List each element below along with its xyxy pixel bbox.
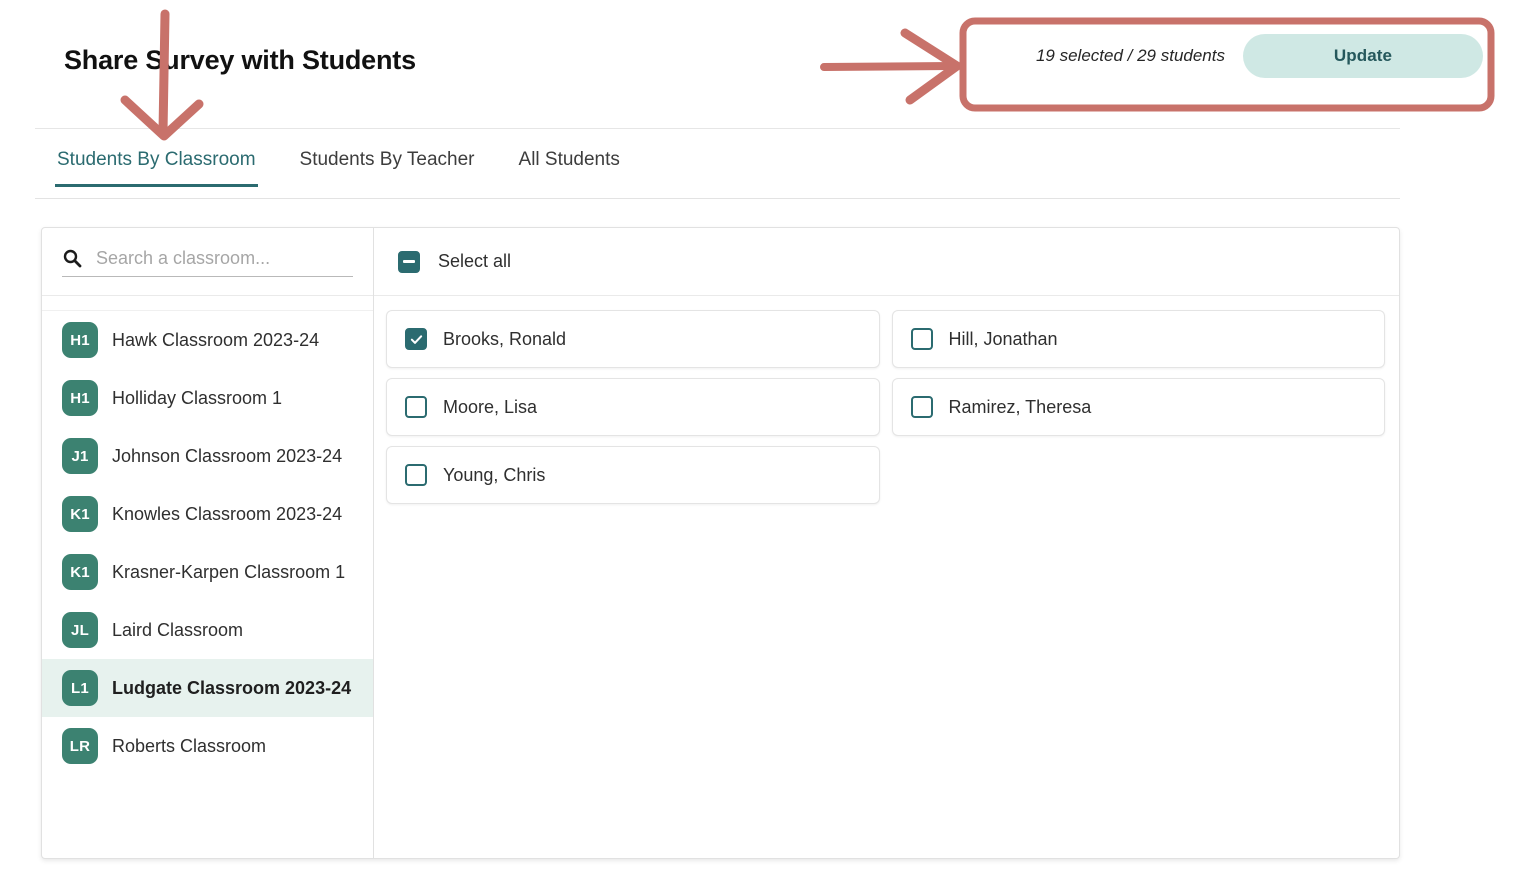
classroom-name: Laird Classroom [112,619,244,640]
student-checkbox-unchecked-icon[interactable] [910,328,933,350]
student-checkbox-checked-icon[interactable] [405,328,427,350]
classroom-name: Johnson Classroom 2023-24 [112,445,343,466]
classroom-name: Roberts Classroom [112,735,267,756]
classroom-avatar: H1 [62,380,98,416]
classroom-name: Hawk Classroom 2023-24 [112,329,320,350]
student-grid: Brooks, Ronald Hill, Jonathan Moore, Lis… [374,296,1399,858]
share-panel: H1 Hawk Classroom 2023-24 H1 Holliday Cl… [41,227,1400,859]
student-card-moore-lisa[interactable]: Moore, Lisa [386,378,880,436]
student-name: Young, Chris [443,464,546,485]
page-title: Share Survey with Students [64,45,416,75]
classroom-item-hawk[interactable]: H1 Hawk Classroom 2023-24 [42,311,373,369]
tab-label: All Students [518,149,620,170]
student-name: Brooks, Ronald [443,328,567,349]
search-icon [62,248,82,268]
select-all-checkbox-indeterminate-icon[interactable] [398,250,420,273]
classroom-search-input[interactable] [94,246,353,270]
student-card-hill-jonathan[interactable]: Hill, Jonathan [891,310,1385,368]
classroom-item-roberts[interactable]: LR Roberts Classroom [42,717,373,775]
student-checkbox-unchecked-icon[interactable] [910,396,933,418]
classroom-avatar: H1 [62,322,98,358]
classroom-search-wrap [62,246,353,277]
selection-status: 19 selected / 29 students [1035,46,1225,65]
update-button[interactable]: Update [1243,34,1483,78]
tab-students-by-teacher[interactable]: Students By Teacher [278,140,497,187]
tab-label: Students By Classroom [57,149,256,170]
tab-bar: Students By Classroom Students By Teache… [35,140,1400,199]
classroom-item-knowles[interactable]: K1 Knowles Classroom 2023-24 [42,485,373,543]
classroom-search-row [42,228,373,296]
clipped-row-content [62,300,98,310]
student-card-brooks-ronald[interactable]: Brooks, Ronald [386,310,880,368]
classroom-pane: H1 Hawk Classroom 2023-24 H1 Holliday Cl… [42,228,374,858]
student-checkbox-unchecked-icon[interactable] [405,396,427,418]
classroom-item-holliday[interactable]: H1 Holliday Classroom 1 [42,369,373,427]
tab-all-students[interactable]: All Students [497,140,642,187]
classroom-avatar: LR [62,728,98,764]
page-header: Share Survey with Students 19 selected /… [0,0,1518,128]
classroom-name: Knowles Classroom 2023-24 [112,503,343,524]
classroom-name: Holliday Classroom 1 [112,387,283,408]
classroom-name: Krasner-Karpen Classroom 1 [112,561,346,582]
classroom-list[interactable]: H1 Hawk Classroom 2023-24 H1 Holliday Cl… [42,296,373,858]
tab-label: Students By Teacher [299,149,475,170]
classroom-item-laird[interactable]: JL Laird Classroom [42,601,373,659]
student-name: Moore, Lisa [443,396,538,417]
classroom-name: Ludgate Classroom 2023-24 [112,677,352,698]
student-card-ramirez-theresa[interactable]: Ramirez, Theresa [891,378,1385,436]
students-pane: Select all Brooks, Ronald Hill, Jonathan… [374,228,1399,858]
classroom-item-krasner-karpen[interactable]: K1 Krasner-Karpen Classroom 1 [42,543,373,601]
classroom-avatar: L1 [62,670,98,706]
classroom-avatar: JL [62,612,98,648]
avatar-partial [62,300,98,310]
select-all-row[interactable]: Select all [374,228,1399,296]
tab-students-by-classroom[interactable]: Students By Classroom [35,140,278,187]
classroom-avatar: K1 [62,496,98,532]
classroom-avatar: J1 [62,438,98,474]
select-all-label: Select all [438,251,512,271]
student-card-young-chris[interactable]: Young, Chris [386,446,880,504]
classroom-list-clipped-row [42,296,373,311]
student-name: Hill, Jonathan [948,328,1058,349]
dash-icon [403,260,415,263]
student-checkbox-unchecked-icon[interactable] [405,464,427,486]
classroom-item-ludgate[interactable]: L1 Ludgate Classroom 2023-24 [42,659,373,717]
student-name: Ramirez, Theresa [948,396,1092,417]
header-divider [35,128,1400,129]
header-actions: 19 selected / 29 students Update [1036,34,1483,78]
classroom-avatar: K1 [62,554,98,590]
classroom-item-johnson[interactable]: J1 Johnson Classroom 2023-24 [42,427,373,485]
